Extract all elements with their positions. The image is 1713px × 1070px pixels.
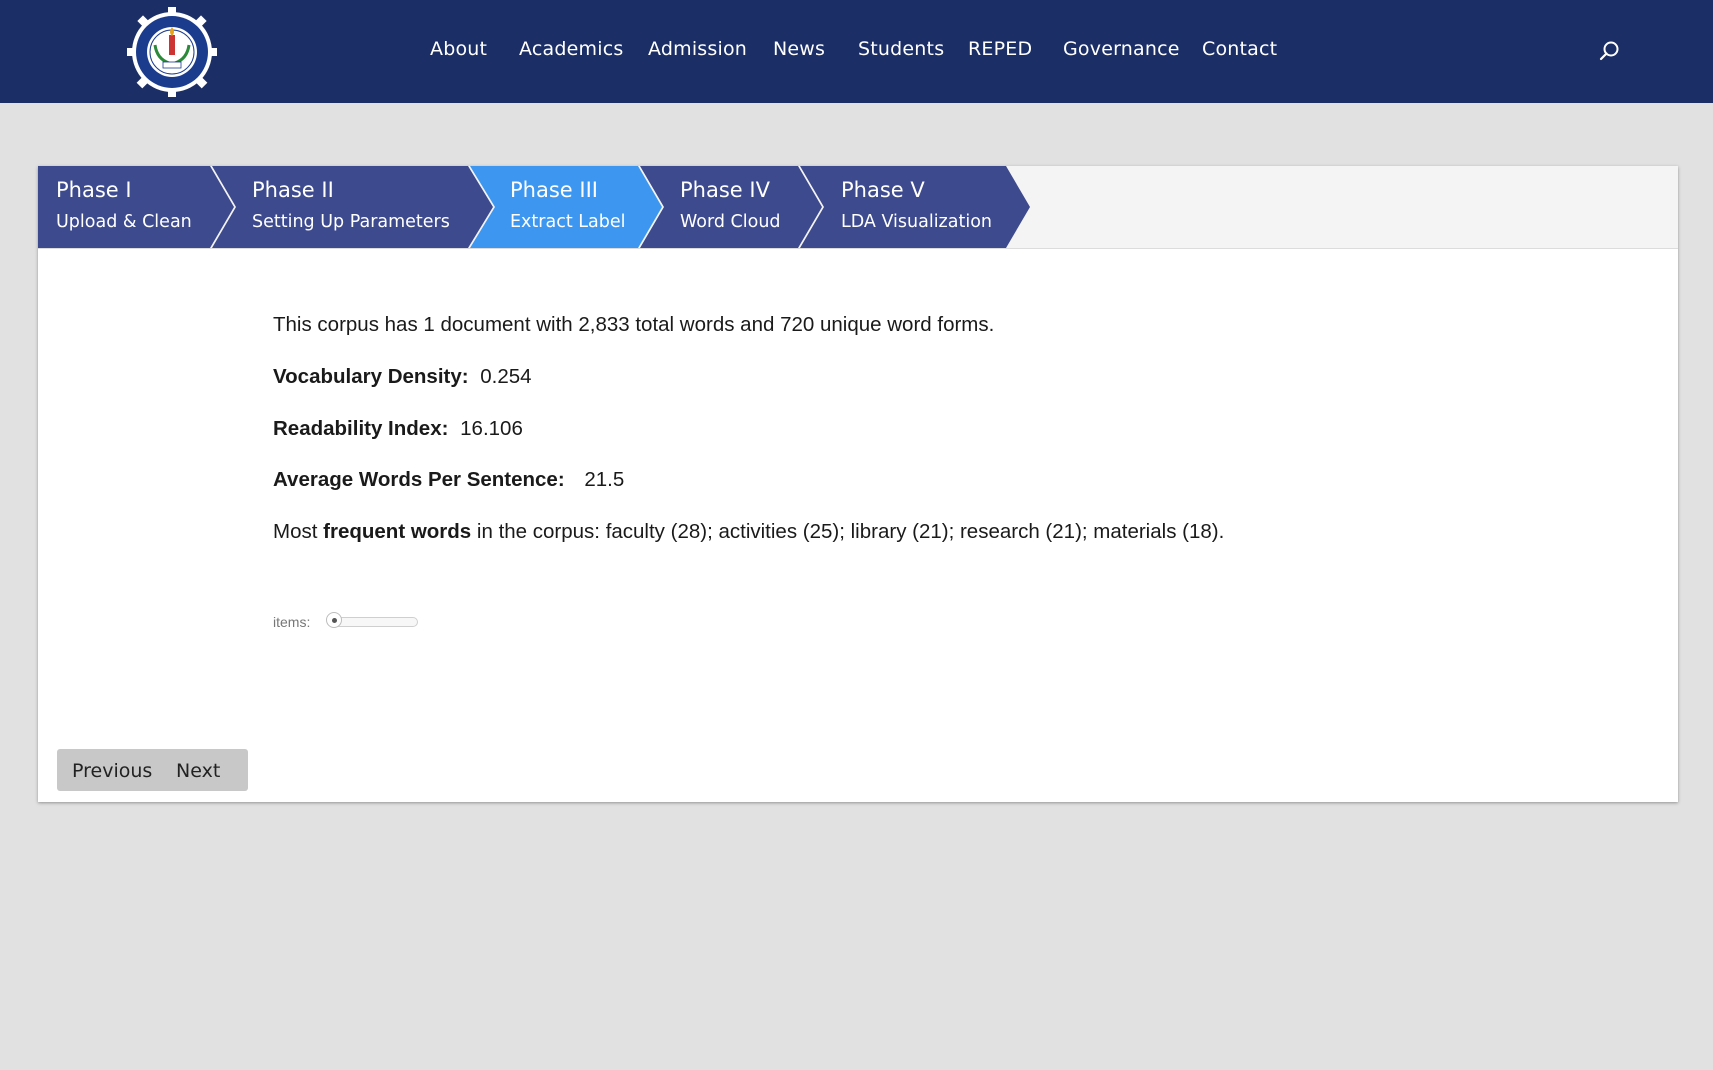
vocabulary-density: Vocabulary Density: 0.254 (273, 365, 532, 389)
main-nav: About Academics Admission News Students … (0, 0, 1713, 103)
frequent-words: Most frequent words in the corpus: facul… (273, 520, 1224, 544)
pager: Previous Next (57, 749, 248, 791)
nav-students[interactable]: Students (858, 38, 944, 60)
phase-step-1-subtitle[interactable]: Upload & Clean (56, 212, 192, 232)
phase-step-5-title[interactable]: Phase V (841, 178, 925, 202)
phase-step-3-title[interactable]: Phase III (510, 178, 598, 202)
frequent-words-prefix: Most (273, 520, 318, 543)
nav-about[interactable]: About (430, 38, 487, 60)
phase-step-3-subtitle[interactable]: Extract Label (510, 212, 625, 232)
items-slider-label: items: (273, 614, 311, 630)
phase-stepper: Phase I Upload & Clean Phase II Setting … (38, 166, 1678, 249)
phase-step-2-subtitle[interactable]: Setting Up Parameters (252, 212, 450, 232)
frequent-words-list: in the corpus: faculty (28); activities … (476, 520, 1225, 543)
corpus-intro: This corpus has 1 document with 2,833 to… (273, 313, 995, 336)
phase-step-4-title[interactable]: Phase IV (680, 178, 770, 202)
frequent-words-bold: frequent words (323, 520, 472, 543)
phase-step-1-title[interactable]: Phase I (56, 178, 132, 202)
nav-reped[interactable]: REPED (968, 38, 1032, 60)
previous-button[interactable]: Previous (72, 760, 152, 782)
nav-governance[interactable]: Governance (1063, 38, 1180, 60)
wizard-card: Phase I Upload & Clean Phase II Setting … (38, 166, 1678, 802)
nav-academics[interactable]: Academics (519, 38, 623, 60)
search-icon[interactable] (1599, 40, 1621, 62)
vocabulary-density-value: 0.254 (480, 365, 532, 388)
readability-index: Readability Index: 16.106 (273, 417, 523, 441)
readability-index-label: Readability Index: (273, 417, 449, 440)
average-words-value: 21.5 (584, 468, 625, 491)
nav-admission[interactable]: Admission (648, 38, 747, 60)
next-button[interactable]: Next (176, 760, 220, 782)
phase-step-2-title[interactable]: Phase II (252, 178, 334, 202)
vocabulary-density-label: Vocabulary Density: (273, 365, 469, 388)
average-words-label: Average Words Per Sentence: (273, 468, 565, 491)
nav-contact[interactable]: Contact (1202, 38, 1277, 60)
average-words-per-sentence: Average Words Per Sentence: 21.5 (273, 468, 624, 492)
items-slider-handle[interactable] (326, 612, 342, 628)
nav-news[interactable]: News (773, 38, 825, 60)
phase-step-4-subtitle[interactable]: Word Cloud (680, 212, 781, 232)
top-navigation-bar: About Academics Admission News Students … (0, 0, 1713, 103)
phase-step-5-subtitle[interactable]: LDA Visualization (841, 212, 992, 232)
readability-index-value: 16.106 (460, 417, 523, 440)
